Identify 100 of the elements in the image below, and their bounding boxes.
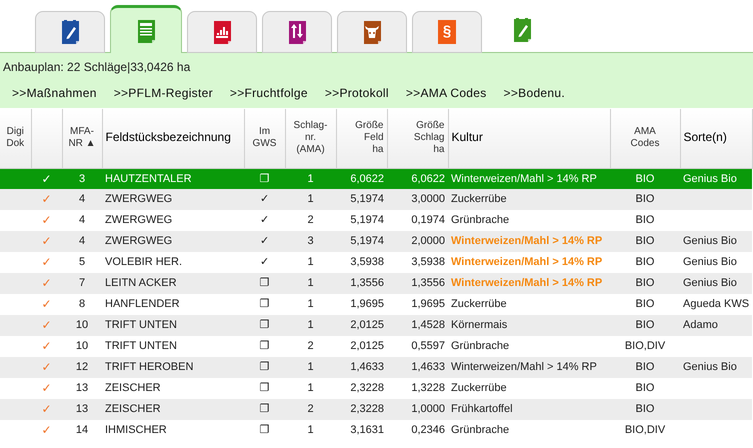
table-row[interactable]: ✓ 3 HAUTZENTALER ❐ 1 6,0622 6,0622 Winterweizen/Mahl > 14% RP BIO Genius Bio: [0, 168, 752, 189]
plan-summary: Anbauplan: 22 Schläge|33,0426 ha: [3, 59, 190, 75]
done-check: ✓: [42, 297, 52, 312]
table-cell: LEITN ACKER: [105, 277, 177, 290]
table-cell: IHMISCHER: [105, 424, 167, 436]
done-check: ✓: [42, 172, 52, 186]
done-check: ✓: [42, 192, 52, 206]
table-cell: 12: [76, 361, 88, 374]
tab[interactable]: [35, 11, 105, 53]
table-cell: 2,0125: [350, 319, 384, 332]
table-cell: VOLEBIR HER.: [105, 256, 182, 268]
tab[interactable]: [110, 5, 182, 53]
table-cell: 1: [307, 277, 314, 290]
table-cell: 1,3556: [411, 277, 445, 290]
table-cell: 6,0622: [411, 172, 445, 184]
done-check: ✓: [42, 423, 52, 438]
nav-link[interactable]: >>Fruchtfolge: [230, 84, 308, 102]
table-row[interactable]: ✓ 13 ZEISCHER ❐ 1 2,3228 1,3228 Zuckerrübe BIO: [0, 378, 752, 399]
table-cell: Grünbrache: [451, 340, 510, 352]
gws-mark: ❐: [260, 277, 270, 290]
table-cell: 2,3228: [350, 382, 384, 394]
table-row[interactable]: ✓ 5 VOLEBIR HER. ✓ 1 3,5938 3,5938 Winterweizen/Mahl > 14% RP BIO Genius Bio: [0, 252, 752, 273]
table-cell: Agueda KWS: [683, 298, 750, 310]
table-cell: 5: [78, 256, 86, 268]
gws-mark: ❐: [260, 403, 270, 416]
table-row[interactable]: ✓ 13 ZEISCHER ❐ 2 2,3228 1,0000 Frühkartoffel BIO: [0, 399, 752, 420]
done-check: ✓: [42, 234, 52, 248]
table-cell: Winterweizen/Mahl > 14% RP: [451, 235, 602, 248]
column-header[interactable]: Sorte(n): [684, 131, 727, 143]
table-cell: Grünbrache: [451, 424, 510, 436]
nav-link[interactable]: >>Bodenu.: [504, 84, 565, 102]
table-cell: BIO: [636, 172, 654, 184]
gws-mark: ❐: [260, 361, 270, 374]
table-cell: Zuckerrübe: [451, 382, 507, 394]
gws-mark: ✓: [260, 256, 269, 268]
table-row[interactable]: ✓ 4 ZWERGWEG ✓ 2 5,1974 0,1974 Grünbrache BIO: [0, 210, 752, 231]
table-cell: 1: [307, 424, 314, 436]
table-cell: BIO: [636, 256, 654, 268]
gws-mark: ❐: [260, 319, 270, 332]
table-cell: 2,3228: [350, 403, 384, 416]
table-cell: Zuckerrübe: [451, 298, 507, 310]
table-cell: BIO: [636, 298, 654, 310]
table-cell: BIO: [636, 214, 654, 226]
table-cell: 3,0000: [411, 193, 445, 206]
table-cell: 1: [307, 256, 314, 268]
table-cell: ZEISCHER: [105, 403, 161, 416]
done-check: ✓: [42, 276, 52, 290]
table-cell: Grünbrache: [451, 214, 510, 226]
table-cell: Winterweizen/Mahl > 14% RP: [451, 256, 602, 268]
table-row[interactable]: ✓ 10 TRIFT UNTEN ❐ 2 2,0125 0,5597 Grünbrache BIO,DIV: [0, 336, 752, 357]
table-cell: 1: [307, 361, 314, 374]
table-cell: Frühkartoffel: [451, 403, 513, 416]
table-cell: ZEISCHER: [105, 382, 161, 394]
table-cell: 1,4528: [411, 319, 445, 332]
done-check: ✓: [42, 360, 52, 374]
table-cell: 2,0000: [411, 235, 445, 248]
column-header[interactable]: AMA Codes: [630, 126, 660, 150]
tab[interactable]: [262, 11, 332, 53]
table-row[interactable]: ✓ 8 HANFLENDER ❐ 1 1,9695 1,9695 Zuckerrübe BIO Agueda KWS: [0, 294, 752, 315]
done-check: ✓: [42, 339, 52, 354]
table-cell: 1,4633: [350, 361, 384, 374]
gws-mark: ✓: [260, 193, 269, 206]
nav-link[interactable]: >>PFLM-Register: [114, 84, 213, 102]
table-cell: 5,1974: [350, 214, 384, 226]
table-cell: 3,1631: [350, 424, 384, 436]
table-cell: 1,3556: [350, 277, 384, 290]
nav-link[interactable]: >>Maßnahmen: [12, 84, 97, 102]
table-cell: 7: [78, 277, 86, 290]
table-cell: TRIFT UNTEN: [105, 319, 177, 332]
table-cell: 1: [307, 193, 314, 206]
column-header[interactable]: Feldstücksbezeichnung: [106, 131, 231, 143]
table-row[interactable]: ✓ 12 TRIFT HEROBEN ❐ 1 1,4633 1,4633 Winterweizen/Mahl > 14% RP BIO Genius Bio: [0, 357, 752, 378]
table-row[interactable]: ✓ 10 TRIFT UNTEN ❐ 1 2,0125 1,4528 Körnermais BIO Adamo: [0, 315, 752, 336]
table-cell: 2,0125: [350, 340, 384, 352]
tab[interactable]: [337, 11, 407, 53]
table-cell: HANFLENDER: [105, 298, 180, 310]
table-cell: Zuckerrübe: [451, 193, 507, 206]
nav-link[interactable]: >>AMA Codes: [406, 84, 487, 102]
table-cell: 3: [78, 172, 86, 184]
table-cell: 0,2346: [411, 424, 445, 436]
table-cell: BIO,DIV: [624, 424, 666, 436]
paragraph-sign: §: [442, 24, 452, 40]
table-cell: Genius Bio: [683, 172, 737, 184]
table-cell: 10: [76, 319, 88, 332]
nav-link[interactable]: >>Protokoll: [324, 84, 389, 102]
table-cell: BIO: [636, 403, 654, 416]
table-cell: 0,1974: [411, 214, 445, 226]
done-check: ✓: [42, 318, 52, 332]
gws-mark: ❐: [260, 382, 270, 394]
table-cell: Winterweizen/Mahl > 14% RP: [451, 361, 597, 374]
table-cell: 4: [78, 235, 86, 248]
table-row[interactable]: ✓ 4 ZWERGWEG ✓ 1 5,1974 3,0000 Zuckerrübe BIO: [0, 189, 752, 210]
table-cell: 1,9695: [411, 298, 445, 310]
done-check: ✓: [42, 213, 52, 228]
done-check: ✓: [42, 255, 52, 270]
gws-mark: ❐: [260, 424, 270, 436]
tab[interactable]: [187, 11, 257, 53]
table-cell: Winterweizen/Mahl > 14% RP: [451, 172, 597, 184]
table-cell: TRIFT UNTEN: [105, 340, 177, 352]
column-header[interactable]: Kultur: [452, 131, 483, 143]
